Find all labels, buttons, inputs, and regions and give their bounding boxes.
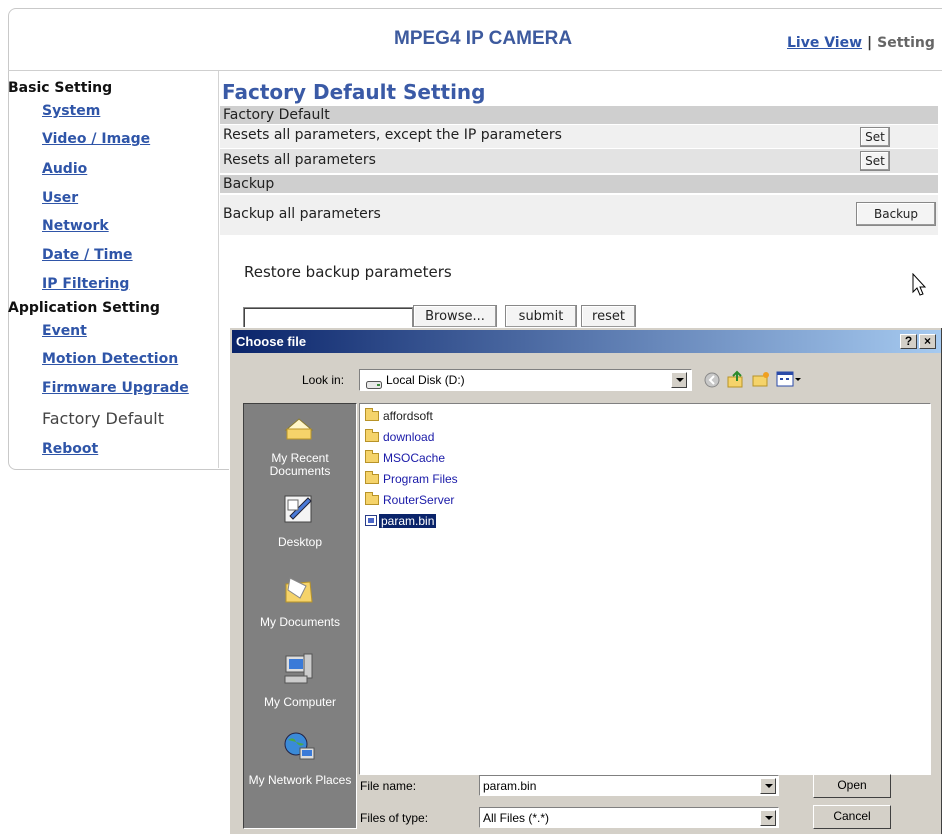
sidebar-item-firmware-upgrade[interactable]: Firmware Upgrade: [42, 380, 189, 396]
choose-file-dialog: Choose file ? × Look in: Local Disk (D:)…: [229, 327, 942, 834]
reset-all-row: Resets all parameters Set: [220, 149, 938, 173]
browse-button[interactable]: Browse...: [413, 305, 497, 328]
nav-separator: |: [867, 35, 873, 51]
desktop-icon: [282, 492, 316, 530]
close-button[interactable]: ×: [919, 334, 936, 349]
folder-icon: [365, 492, 379, 505]
sidebar-item-video-image[interactable]: Video / Image: [42, 131, 150, 147]
view-menu-icon[interactable]: [776, 370, 802, 392]
backup-row: Backup all parameters Backup: [220, 195, 938, 235]
recent-documents-icon: [284, 416, 314, 444]
file-name: affordsoft: [383, 409, 433, 423]
restore-label: Restore backup parameters: [244, 263, 452, 281]
folder-icon: [365, 408, 379, 421]
file-name: download: [383, 430, 435, 444]
app-title: MPEG4 IP CAMERA: [394, 28, 573, 49]
place-label: My Recent Documents: [269, 451, 331, 478]
sidebar-item-motion-detection[interactable]: Motion Detection: [42, 351, 178, 367]
sidebar-divider: [218, 71, 219, 468]
reset-except-ip-row: Resets all parameters, except the IP par…: [220, 125, 938, 148]
sidebar-item-ip-filtering[interactable]: IP Filtering: [42, 276, 129, 292]
reset-button[interactable]: reset: [581, 305, 636, 328]
submit-button[interactable]: submit: [505, 305, 577, 328]
file-name-combo[interactable]: param.bin: [479, 775, 779, 796]
top-nav: Live View | Setting: [787, 35, 935, 51]
new-folder-icon[interactable]: [752, 370, 770, 392]
folder-icon: [365, 471, 379, 484]
backup-label: Backup all parameters: [223, 206, 381, 222]
my-network-places-icon: [282, 730, 316, 770]
folder-icon: [365, 450, 379, 463]
restore-file-input[interactable]: [243, 307, 413, 329]
cancel-button[interactable]: Cancel: [813, 805, 891, 829]
setting-link[interactable]: Setting: [877, 35, 935, 51]
look-in-value: Local Disk (D:): [386, 373, 465, 387]
folder-icon: [365, 429, 379, 442]
file-type-dropdown-icon[interactable]: [760, 810, 776, 826]
drive-icon: [366, 375, 382, 394]
sidebar-item-reboot[interactable]: Reboot: [42, 441, 98, 457]
reset-except-ip-set-button[interactable]: Set: [860, 127, 890, 147]
mouse-cursor-icon: [912, 272, 928, 301]
list-item[interactable]: MSOCache: [365, 450, 447, 467]
my-documents-icon: [282, 572, 316, 610]
bin-file-icon: [365, 515, 377, 526]
file-name-dropdown-icon[interactable]: [760, 778, 776, 794]
open-button[interactable]: Open: [813, 774, 891, 798]
file-name-label: File name:: [360, 779, 417, 793]
place-label: My Computer: [263, 695, 337, 709]
file-type-combo[interactable]: All Files (*.*): [479, 807, 779, 828]
place-label: My Documents: [259, 615, 341, 629]
list-item[interactable]: Program Files: [365, 471, 460, 488]
reset-except-ip-label: Resets all parameters, except the IP par…: [223, 127, 562, 143]
sidebar-item-event[interactable]: Event: [42, 323, 87, 339]
file-name: Program Files: [383, 472, 458, 486]
file-name-value: param.bin: [483, 779, 537, 793]
file-name: RouterServer: [383, 493, 455, 507]
live-view-link[interactable]: Live View: [787, 35, 862, 51]
back-icon[interactable]: [704, 372, 720, 392]
up-folder-icon[interactable]: [727, 370, 745, 392]
list-item[interactable]: affordsoft: [365, 408, 435, 425]
look-in-label: Look in:: [302, 373, 345, 387]
place-my-documents[interactable]: My Documents: [244, 572, 356, 632]
list-item-selected[interactable]: param.bin: [365, 513, 437, 530]
place-label: My Network Places: [248, 773, 352, 787]
help-button[interactable]: ?: [900, 334, 917, 349]
page-title: Factory Default Setting: [222, 80, 486, 104]
place-my-computer[interactable]: My Computer: [244, 652, 356, 712]
sidebar-item-audio[interactable]: Audio: [42, 161, 87, 177]
reset-all-label: Resets all parameters: [223, 152, 376, 168]
sidebar-item-factory-default: Factory Default: [42, 409, 164, 428]
file-type-value: All Files (*.*): [483, 811, 550, 825]
dialog-title: Choose file: [236, 334, 307, 349]
place-my-network-places[interactable]: My Network Places: [244, 730, 356, 806]
file-name: param.bin: [379, 514, 437, 528]
application-setting-heading: Application Setting: [8, 300, 160, 316]
dialog-titlebar[interactable]: Choose file ? ×: [232, 330, 941, 353]
backup-button[interactable]: Backup: [856, 202, 936, 226]
my-computer-icon: [282, 652, 316, 692]
sidebar-item-user[interactable]: User: [42, 190, 78, 206]
look-in-dropdown-icon[interactable]: [671, 372, 687, 388]
place-my-recent-documents[interactable]: My Recent Documents: [244, 416, 356, 482]
file-name: MSOCache: [383, 451, 446, 465]
sidebar-item-date-time[interactable]: Date / Time: [42, 247, 133, 263]
basic-setting-heading: Basic Setting: [8, 80, 113, 96]
file-type-label: Files of type:: [360, 811, 429, 825]
factory-default-section: Factory Default: [220, 106, 938, 124]
place-desktop[interactable]: Desktop: [244, 492, 356, 552]
sidebar-item-system[interactable]: System: [42, 103, 100, 119]
look-in-combo[interactable]: Local Disk (D:): [359, 369, 692, 391]
sidebar-item-network[interactable]: Network: [42, 218, 109, 234]
backup-section: Backup: [220, 175, 938, 193]
list-item[interactable]: RouterServer: [365, 492, 456, 509]
places-bar: My Recent Documents Desktop My Documents…: [243, 403, 357, 829]
reset-all-set-button[interactable]: Set: [860, 151, 890, 171]
place-label: Desktop: [277, 535, 323, 549]
file-list[interactable]: affordsoft download MSOCache Program Fil…: [359, 403, 931, 775]
list-item[interactable]: download: [365, 429, 436, 446]
header-divider: [8, 70, 942, 71]
